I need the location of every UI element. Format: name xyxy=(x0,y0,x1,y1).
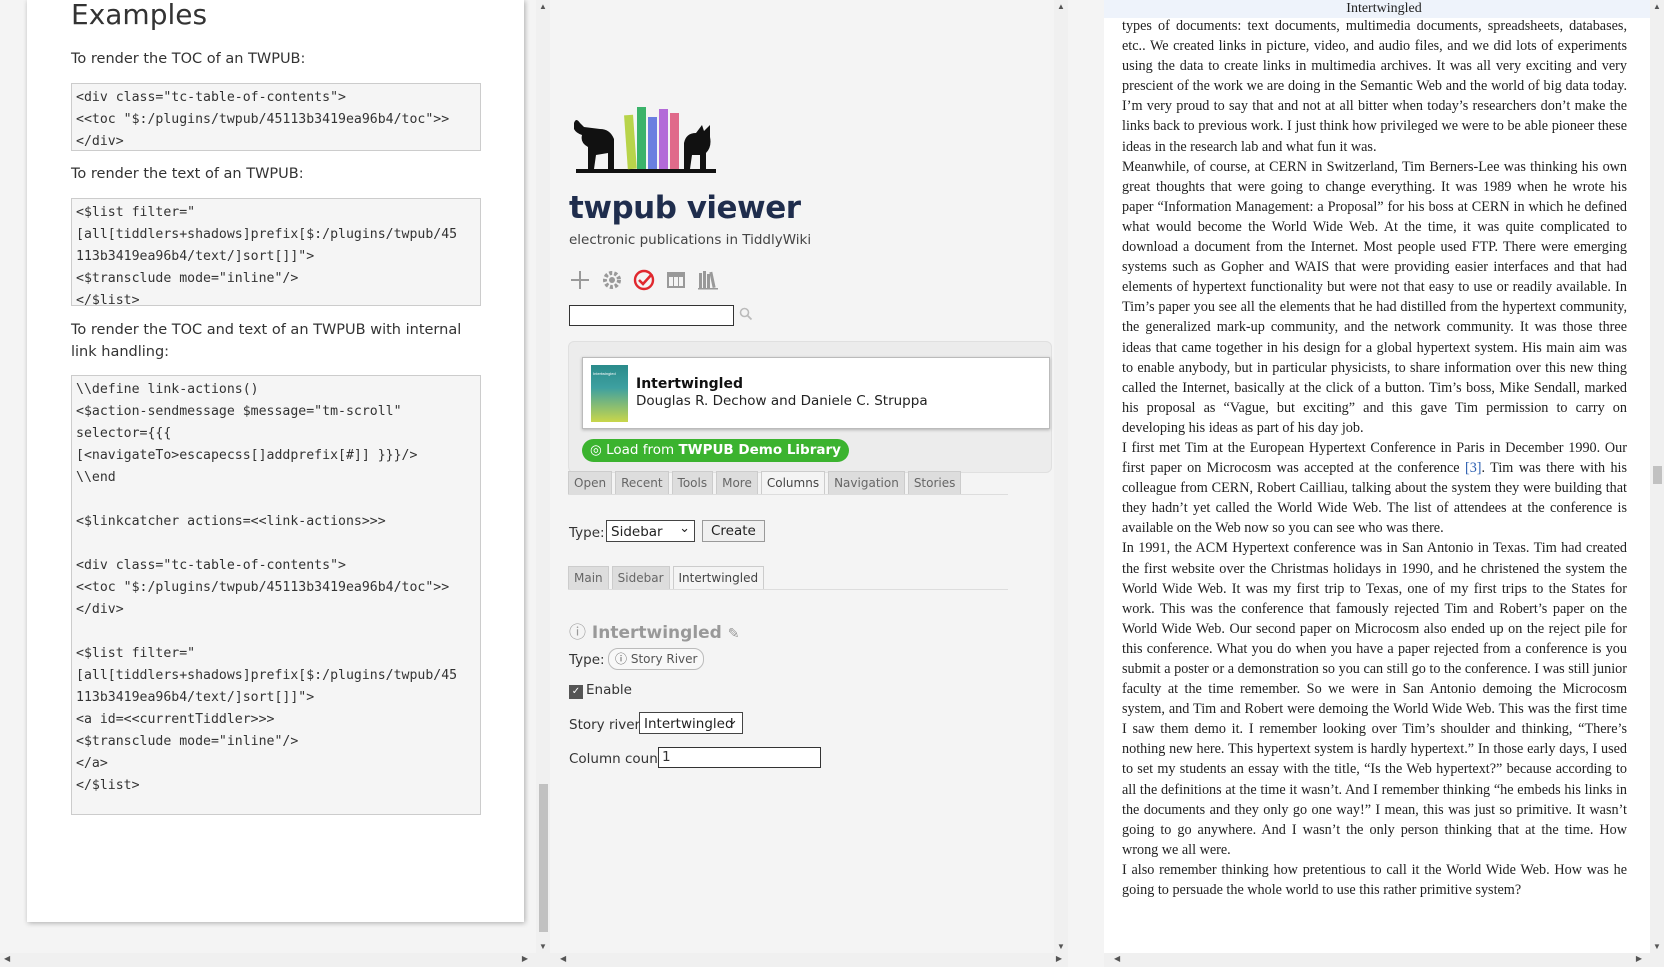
scroll-up-icon[interactable]: ▲ xyxy=(1057,2,1065,11)
layout-icon[interactable] xyxy=(664,268,688,292)
middle-vertical-scrollbar[interactable]: ▲ ▼ xyxy=(1054,0,1068,953)
column-type-select[interactable]: Sidebar xyxy=(606,518,695,542)
story-river-select[interactable]: Intertwingled xyxy=(639,710,743,734)
tab-more[interactable]: More xyxy=(716,471,758,495)
column-count-label: Column count: xyxy=(569,751,668,767)
scroll-down-icon[interactable]: ▼ xyxy=(539,942,547,951)
reader-vertical-scrollbar[interactable]: ▲ ▼ xyxy=(1650,0,1664,953)
enable-checkbox[interactable]: ✓ xyxy=(569,685,583,699)
book-cover: Intertwingled xyxy=(591,365,628,422)
page-toolbar xyxy=(568,268,720,294)
type-label: Type: xyxy=(569,525,605,541)
scroll-right-icon[interactable]: ▶ xyxy=(1056,954,1062,963)
sidebar-column: twpub viewer electronic publications in … xyxy=(550,0,1104,967)
reader-paragraph: types of documents: text documents, mult… xyxy=(1122,18,1627,155)
text-instruction: To render the text of an TWPUB: xyxy=(71,166,304,182)
scroll-thumb[interactable] xyxy=(539,784,548,932)
reader-paragraph: In 1991, the ACM Hypertext conference wa… xyxy=(1122,540,1627,858)
badge-info-icon: ⓘ xyxy=(615,652,628,666)
control-panel-icon[interactable] xyxy=(600,268,624,292)
column-count-input[interactable]: 1 xyxy=(658,747,821,768)
scroll-right-icon[interactable]: ▶ xyxy=(522,954,528,963)
library-icon[interactable] xyxy=(696,268,720,292)
text-code-block: <$list filter=" [all[tiddlers+shadows]pr… xyxy=(71,198,481,306)
book-card[interactable]: Intertwingled Intertwingled Douglas R. D… xyxy=(582,357,1050,429)
type-badge[interactable]: ⓘ Story River xyxy=(608,648,705,670)
toc-instruction: To render the TOC of an TWPUB: xyxy=(71,51,306,67)
left-horizontal-scrollbar[interactable]: ◀ ▶ xyxy=(0,953,550,967)
column-subtabs: Main Sidebar Intertwingled xyxy=(568,566,765,590)
sidebar-tabs: Open Recent Tools More Columns Navigatio… xyxy=(568,471,962,495)
type2-label: Type: xyxy=(569,652,605,668)
load-library-button[interactable]: ◎ Load from TWPUB Demo Library xyxy=(582,439,849,462)
left-vertical-scrollbar[interactable]: ▲ ▼ xyxy=(536,0,550,953)
site-title: twpub viewer xyxy=(569,190,801,226)
subtab-sidebar[interactable]: Sidebar xyxy=(611,566,670,590)
info-icon: ⓘ xyxy=(569,623,586,643)
tab-columns[interactable]: Columns xyxy=(760,471,826,495)
examples-heading: Examples xyxy=(71,0,208,31)
site-subtitle: electronic publications in TiddlyWiki xyxy=(569,232,812,248)
book-author: Douglas R. Dechow and Daniele C. Struppa xyxy=(636,393,928,409)
create-column-button[interactable]: Create xyxy=(702,520,765,542)
toc-and-text-instruction: To render the TOC and text of an TWPUB w… xyxy=(71,322,462,360)
subtab-main[interactable]: Main xyxy=(568,566,609,590)
subtab-intertwingled[interactable]: Intertwingled xyxy=(672,566,765,590)
tab-stories[interactable]: Stories xyxy=(907,471,962,495)
new-tiddler-icon[interactable] xyxy=(568,268,592,292)
scroll-left-icon[interactable]: ◀ xyxy=(1114,954,1120,963)
scroll-down-icon[interactable]: ▼ xyxy=(1653,942,1661,951)
left-column: Examples To render the TOC of an TWPUB: … xyxy=(0,0,540,967)
reader-horizontal-scrollbar[interactable]: ◀ ▶ xyxy=(1104,953,1664,967)
scroll-left-icon[interactable]: ◀ xyxy=(560,954,566,963)
book-title: Intertwingled xyxy=(636,376,743,392)
examples-tiddler: Examples To render the TOC of an TWPUB: … xyxy=(27,0,524,922)
search-icon[interactable] xyxy=(739,307,753,326)
scroll-down-icon[interactable]: ▼ xyxy=(1057,942,1065,951)
column-title: ⓘ Intertwingled ✎ xyxy=(569,623,740,643)
reader-text: types of documents: text documents, mult… xyxy=(1122,16,1627,900)
tab-tools[interactable]: Tools xyxy=(671,471,714,495)
check-icon[interactable] xyxy=(632,268,656,292)
scroll-right-icon[interactable]: ▶ xyxy=(1636,954,1642,963)
reader-paragraph: Meanwhile, of course, at CERN in Switzer… xyxy=(1122,158,1627,436)
reader-paragraph: I first met Tim at the European Hypertex… xyxy=(1122,439,1627,537)
library-load-icon: ◎ xyxy=(590,442,602,458)
footnote-link[interactable]: [3] xyxy=(1465,460,1482,476)
library-panel: Intertwingled Intertwingled Douglas R. D… xyxy=(568,341,1052,473)
tabs-divider xyxy=(568,494,1008,495)
middle-horizontal-scrollbar[interactable]: ◀ ▶ xyxy=(550,953,1068,967)
twpub-logo xyxy=(574,107,716,173)
toc-code-block: <div class="tc-table-of-contents"> <<toc… xyxy=(71,83,481,151)
scroll-up-icon[interactable]: ▲ xyxy=(1653,2,1661,11)
subtabs-divider xyxy=(568,589,1008,590)
tab-open[interactable]: Open xyxy=(568,471,613,495)
tab-recent[interactable]: Recent xyxy=(615,471,669,495)
enable-label: Enable xyxy=(586,682,632,698)
full-code-block: \\define link-actions() <$action-sendmes… xyxy=(71,375,481,815)
tab-navigation[interactable]: Navigation xyxy=(828,471,905,495)
search-input[interactable] xyxy=(569,305,734,326)
reader-column: Intertwingled types of documents: text d… xyxy=(1104,0,1664,967)
edit-icon[interactable]: ✎ xyxy=(728,626,740,642)
scroll-thumb[interactable] xyxy=(1653,466,1662,484)
scroll-up-icon[interactable]: ▲ xyxy=(539,2,547,11)
story-river-label: Story river: xyxy=(569,717,645,733)
reader-paragraph: I also remember thinking how pretentious… xyxy=(1122,861,1627,899)
scroll-left-icon[interactable]: ◀ xyxy=(4,954,10,963)
